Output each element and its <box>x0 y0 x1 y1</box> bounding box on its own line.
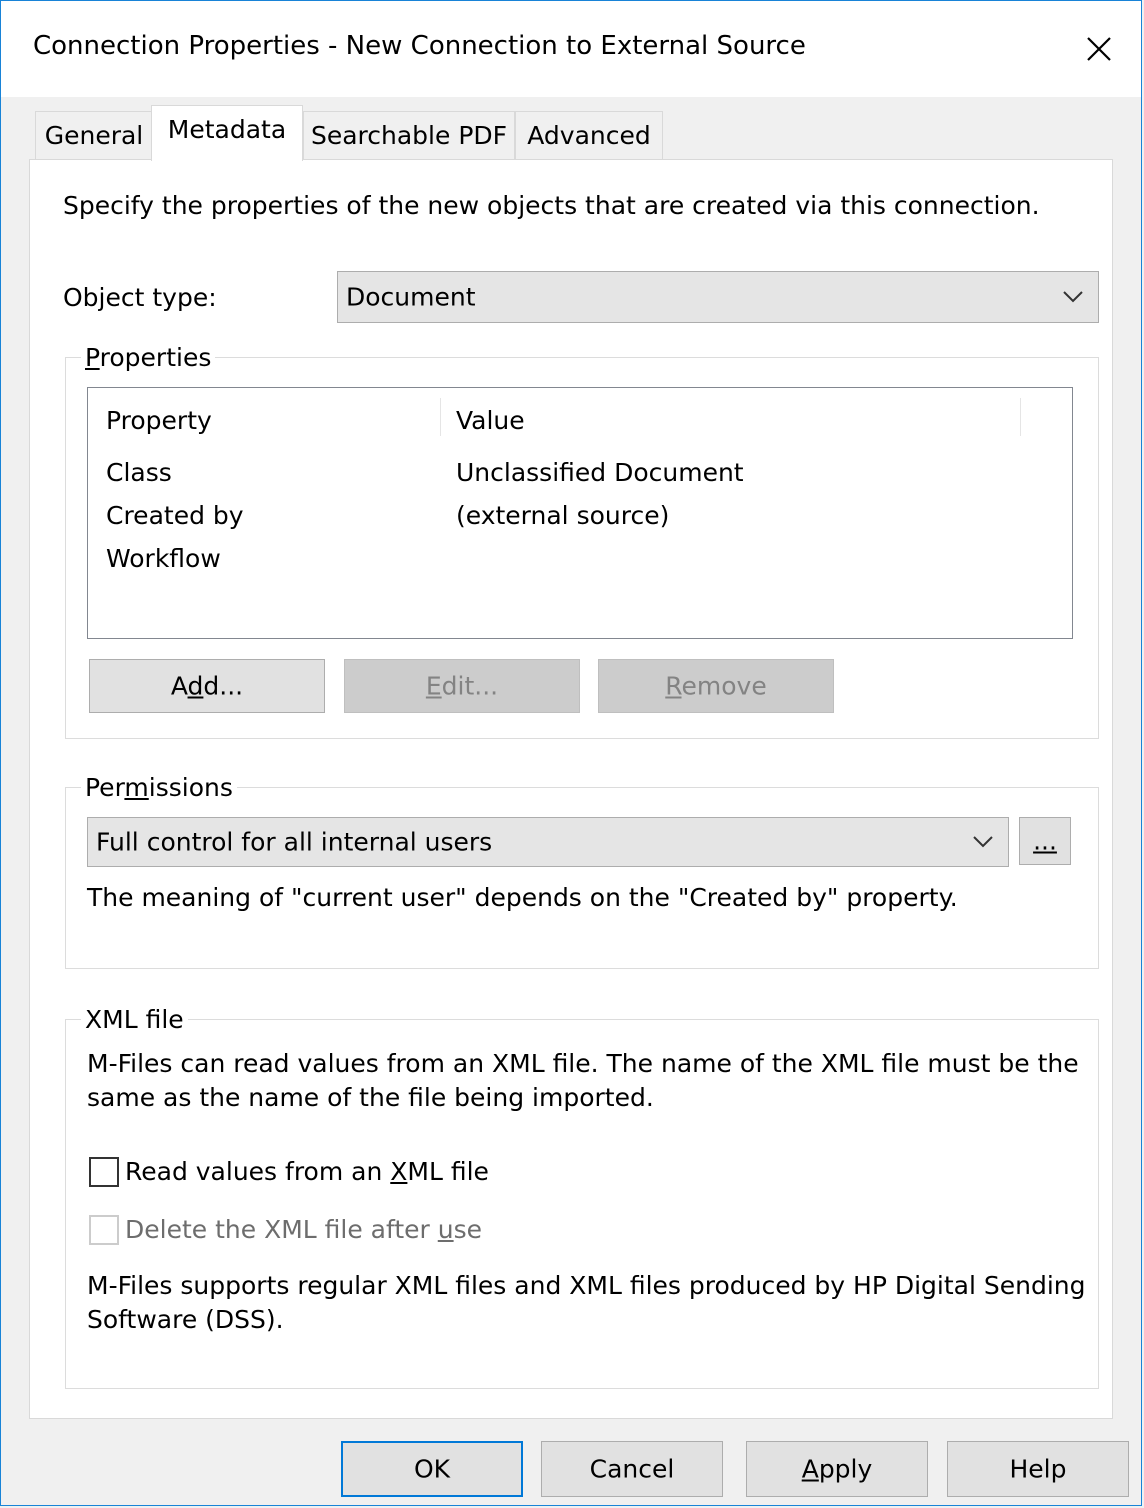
permissions-more-label: ... <box>1033 826 1057 856</box>
xml-intro-line2: same as the name of the file being impor… <box>87 1083 654 1112</box>
ok-button[interactable]: OK <box>341 1441 523 1497</box>
object-type-value: Document <box>346 282 476 312</box>
help-label: Help <box>1009 1454 1067 1484</box>
permissions-group-label: Permissions <box>81 773 237 802</box>
column-header-value[interactable]: Value <box>456 406 525 435</box>
xml-note-line1: M-Files supports regular XML files and X… <box>87 1271 1086 1300</box>
read-xml-label[interactable]: Read values from an XML file <box>125 1157 489 1186</box>
delete-xml-label[interactable]: Delete the XML file after use <box>125 1215 482 1244</box>
cancel-button[interactable]: Cancel <box>541 1441 723 1497</box>
apply-label: Apply <box>801 1454 873 1484</box>
permissions-note: The meaning of "current user" depends on… <box>87 883 958 912</box>
permissions-more-button[interactable]: ... <box>1019 817 1071 865</box>
property-cell[interactable]: Class <box>106 458 172 487</box>
permissions-select[interactable]: Full control for all internal users <box>87 817 1009 867</box>
cancel-label: Cancel <box>589 1454 675 1484</box>
column-header-property[interactable]: Property <box>106 406 212 435</box>
xml-note-line2: Software (DSS). <box>87 1305 284 1334</box>
ok-label: OK <box>413 1454 451 1484</box>
apply-button[interactable]: Apply <box>746 1441 928 1497</box>
tab-general[interactable]: General <box>35 111 153 161</box>
column-separator[interactable] <box>440 398 441 436</box>
value-cell[interactable]: Unclassified Document <box>456 458 744 487</box>
chevron-down-icon <box>973 836 993 848</box>
delete-xml-checkbox[interactable] <box>89 1215 119 1245</box>
read-xml-checkbox[interactable] <box>89 1157 119 1187</box>
property-cell[interactable]: Created by <box>106 501 244 530</box>
edit-property-label: Edit... <box>425 671 499 701</box>
tab-metadata[interactable]: Metadata <box>151 105 303 161</box>
remove-property-label: Remove <box>665 671 767 701</box>
add-property-label: Add... <box>170 671 244 701</box>
object-type-label: Object type: <box>63 283 217 312</box>
edit-property-button[interactable]: Edit... <box>344 659 580 713</box>
properties-list[interactable]: Property Value Class Unclassified Docume… <box>87 387 1073 639</box>
window-title: Connection Properties - New Connection t… <box>33 31 806 61</box>
column-separator[interactable] <box>1020 398 1021 436</box>
metadata-intro: Specify the properties of the new object… <box>63 191 1040 220</box>
tab-advanced-label: Advanced <box>527 121 651 150</box>
title-bar: Connection Properties - New Connection t… <box>1 1 1141 97</box>
permissions-value: Full control for all internal users <box>96 827 493 857</box>
tab-general-label: General <box>44 121 144 150</box>
value-cell[interactable]: (external source) <box>456 501 669 530</box>
xml-intro-line1: M-Files can read values from an XML file… <box>87 1049 1079 1078</box>
tab-metadata-label: Metadata <box>167 115 287 144</box>
chevron-down-icon <box>1063 291 1083 303</box>
help-button[interactable]: Help <box>947 1441 1129 1497</box>
remove-property-button[interactable]: Remove <box>598 659 834 713</box>
tab-searchable-pdf[interactable]: Searchable PDF <box>303 111 515 161</box>
close-icon[interactable] <box>1069 19 1129 79</box>
properties-group-label: Properties <box>81 343 216 372</box>
tab-searchable-pdf-label: Searchable PDF <box>310 121 508 150</box>
object-type-select[interactable]: Document <box>337 271 1099 323</box>
add-property-button[interactable]: Add... <box>89 659 325 713</box>
permissions-group <box>65 787 1099 969</box>
tab-advanced[interactable]: Advanced <box>515 111 663 161</box>
dialog-window: Connection Properties - New Connection t… <box>0 0 1142 1506</box>
xml-file-group-label: XML file <box>81 1005 188 1034</box>
property-cell[interactable]: Workflow <box>106 544 221 573</box>
